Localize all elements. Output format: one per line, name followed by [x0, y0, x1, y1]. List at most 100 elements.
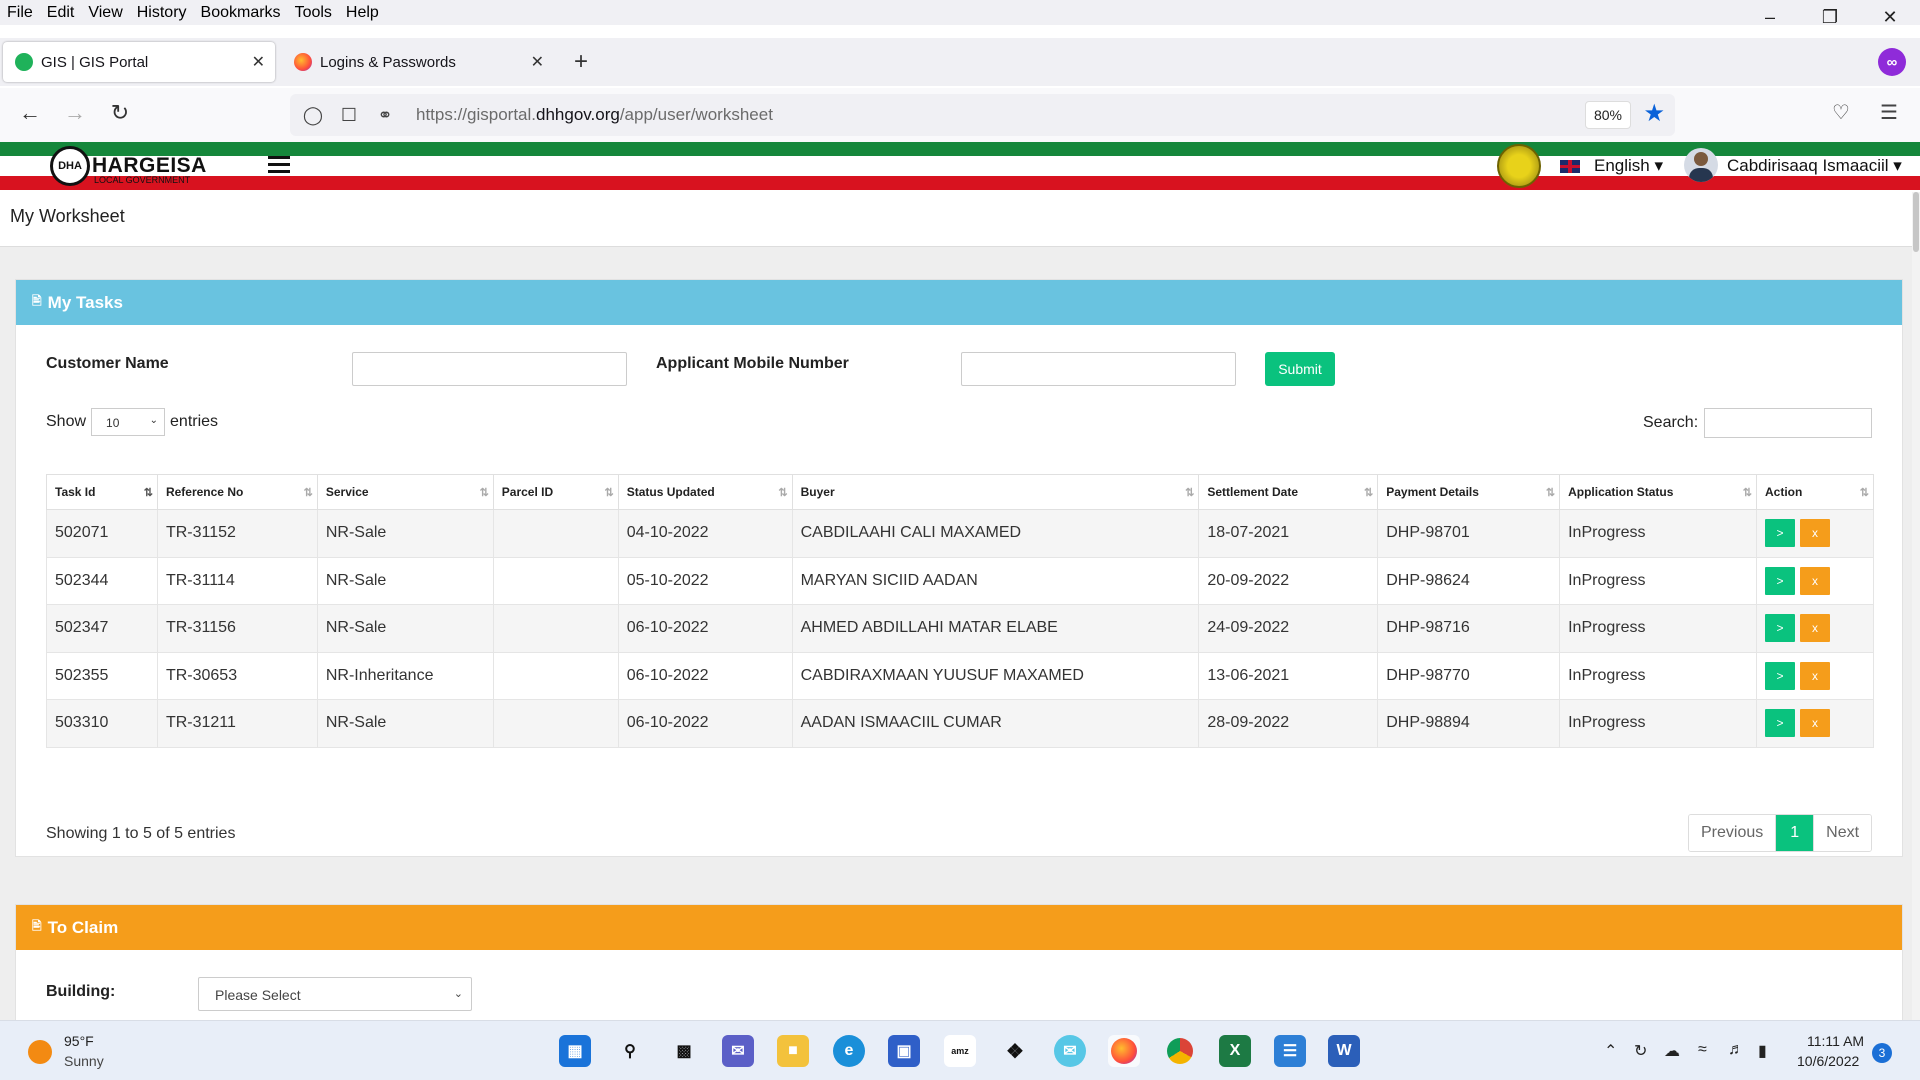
menu-bookmarks[interactable]: Bookmarks [194, 4, 288, 22]
cell-status-updated: 06-10-2022 [617, 604, 793, 653]
language-dropdown[interactable]: English ▾ [1594, 156, 1663, 176]
pocket-icon[interactable]: ♡ [1832, 100, 1850, 125]
submit-button[interactable]: Submit [1265, 352, 1335, 386]
open-task-button[interactable]: > [1764, 519, 1795, 548]
col-settlement-date[interactable]: Settlement Date ⇅ [1198, 474, 1379, 510]
new-tab-icon[interactable]: + [574, 48, 588, 76]
open-task-button[interactable]: > [1764, 661, 1795, 690]
weather-condition[interactable]: Sunny [64, 1053, 104, 1069]
chevron-up-icon[interactable]: ⌃ [1604, 1041, 1617, 1061]
url-text[interactable]: https://gisportal.dhhgov.org/app/user/wo… [416, 105, 773, 125]
edge-icon[interactable]: e [833, 1035, 865, 1067]
col-action[interactable]: Action ⇅ [1755, 474, 1875, 510]
app-menu-icon[interactable]: ☰ [1880, 100, 1898, 125]
chrome-icon[interactable] [1164, 1035, 1196, 1067]
menu-history[interactable]: History [130, 4, 194, 22]
menu-view[interactable]: View [81, 4, 129, 22]
reject-task-button[interactable]: x [1799, 661, 1830, 690]
word-icon[interactable]: W [1328, 1035, 1360, 1067]
clock-date[interactable]: 10/6/2022 [1797, 1053, 1859, 1069]
col-payment-details[interactable]: Payment Details ⇅ [1377, 474, 1561, 510]
private-mask-icon[interactable]: ∞ [1878, 48, 1906, 76]
hargeisa-logo-icon[interactable]: DHA [50, 146, 90, 186]
sort-icon: ⇅ [479, 487, 489, 499]
cloud-icon[interactable]: ☁ [1664, 1041, 1680, 1061]
col-application-status[interactable]: Application Status ⇅ [1559, 474, 1757, 510]
search-input[interactable] [1704, 408, 1873, 438]
close-window-icon[interactable]: ✕ [1860, 0, 1920, 34]
reject-task-button[interactable]: x [1799, 519, 1830, 548]
close-tab-icon[interactable]: ✕ [252, 52, 265, 72]
page-scrollbar[interactable] [1912, 192, 1920, 1020]
forward-arrow-icon[interactable]: → [60, 100, 90, 126]
wifi-icon[interactable]: ≈ [1698, 1041, 1707, 1059]
open-task-button[interactable]: > [1764, 614, 1795, 643]
pagination-next[interactable]: Next [1813, 815, 1872, 851]
user-menu-dropdown[interactable]: Cabdirisaaq Ismaaciil ▾ [1727, 156, 1902, 176]
tab-logins-passwords[interactable]: Logins & Passwords ✕ [282, 42, 554, 82]
excel-icon[interactable]: X [1219, 1035, 1251, 1067]
menu-file[interactable]: File [0, 4, 40, 22]
mobile-number-input[interactable] [961, 352, 1236, 386]
col-service[interactable]: Service ⇅ [316, 474, 494, 510]
reload-icon[interactable]: ↻ [105, 100, 135, 126]
tab-label: GIS | GIS Portal [41, 53, 149, 71]
col-buyer[interactable]: Buyer ⇅ [791, 474, 1200, 510]
speaker-icon[interactable]: ♬ [1728, 1041, 1744, 1059]
menu-edit[interactable]: Edit [40, 4, 82, 22]
building-select[interactable]: Please Select ⌄ [198, 977, 472, 1011]
amazon-icon[interactable]: amz [944, 1035, 976, 1067]
col-label: Reference No [165, 485, 244, 499]
cell-parcel-id [492, 509, 619, 558]
shield-icon[interactable]: ◯ [300, 105, 326, 126]
search-icon[interactable]: ⚲ [614, 1035, 646, 1067]
open-task-button[interactable]: > [1764, 566, 1795, 595]
reject-task-button[interactable]: x [1799, 709, 1830, 738]
col-task-id[interactable]: Task Id ⇅ [46, 474, 158, 510]
scrollbar-thumb[interactable] [1913, 192, 1919, 252]
back-arrow-icon[interactable]: ← [15, 100, 45, 126]
zoom-level[interactable]: 80% [1584, 101, 1631, 129]
reject-task-button[interactable]: x [1799, 566, 1830, 595]
minimize-icon[interactable]: – [1740, 0, 1800, 34]
pagination-previous[interactable]: Previous [1689, 815, 1777, 851]
restore-icon[interactable]: ❐ [1800, 0, 1860, 34]
battery-icon[interactable]: ▮ [1758, 1041, 1767, 1061]
url-prefix: https://gisportal. [416, 105, 537, 124]
user-avatar[interactable] [1684, 148, 1718, 182]
bookmark-star-icon[interactable]: ★ [1643, 99, 1665, 128]
tab-gis-portal[interactable]: GIS | GIS Portal ✕ [3, 42, 275, 82]
col-parcel-id[interactable]: Parcel ID ⇅ [492, 474, 619, 510]
hamburger-menu-icon[interactable] [268, 156, 290, 177]
mail-icon[interactable]: ✉ [1054, 1035, 1086, 1067]
teams-chat-icon[interactable]: ✉ [722, 1035, 754, 1067]
col-status-updated[interactable]: Status Updated ⇅ [617, 474, 793, 510]
file-explorer-icon[interactable]: ■ [777, 1035, 809, 1067]
cell-action: > x [1755, 556, 1875, 605]
entries-select[interactable]: 10 ⌄ [91, 408, 166, 436]
windows-start-icon[interactable]: ▦ [559, 1035, 591, 1067]
pagination-page-1[interactable]: 1 [1776, 815, 1814, 851]
task-view-icon[interactable]: ▩ [668, 1035, 700, 1067]
notepad-icon[interactable]: ☰ [1274, 1035, 1306, 1067]
clock-time[interactable]: 11:11 AM [1807, 1033, 1864, 1049]
lock-icon[interactable]: ☐ [336, 105, 362, 126]
sun-icon[interactable] [28, 1040, 52, 1064]
key-icon[interactable]: ⚭ [372, 105, 398, 126]
url-bar[interactable]: ◯ ☐ ⚭ https://gisportal.dhhgov.org/app/u… [290, 94, 1675, 136]
open-task-button[interactable]: > [1764, 709, 1795, 738]
cell-status-updated: 04-10-2022 [617, 509, 793, 558]
customer-name-input[interactable] [352, 352, 627, 386]
col-reference-no[interactable]: Reference No ⇅ [156, 474, 318, 510]
menu-tools[interactable]: Tools [288, 4, 339, 22]
dropbox-icon[interactable]: ❖ [999, 1035, 1031, 1067]
reject-task-button[interactable]: x [1799, 614, 1830, 643]
close-tab-icon[interactable]: ✕ [531, 52, 544, 72]
menu-help[interactable]: Help [339, 4, 386, 22]
sync-icon[interactable]: ↻ [1634, 1041, 1647, 1061]
firefox-icon[interactable] [1108, 1035, 1140, 1067]
notification-badge[interactable]: 3 [1872, 1043, 1892, 1063]
col-label: Action [1764, 485, 1803, 499]
weather-temperature[interactable]: 95°F [64, 1033, 94, 1049]
store-icon[interactable]: ▣ [888, 1035, 920, 1067]
